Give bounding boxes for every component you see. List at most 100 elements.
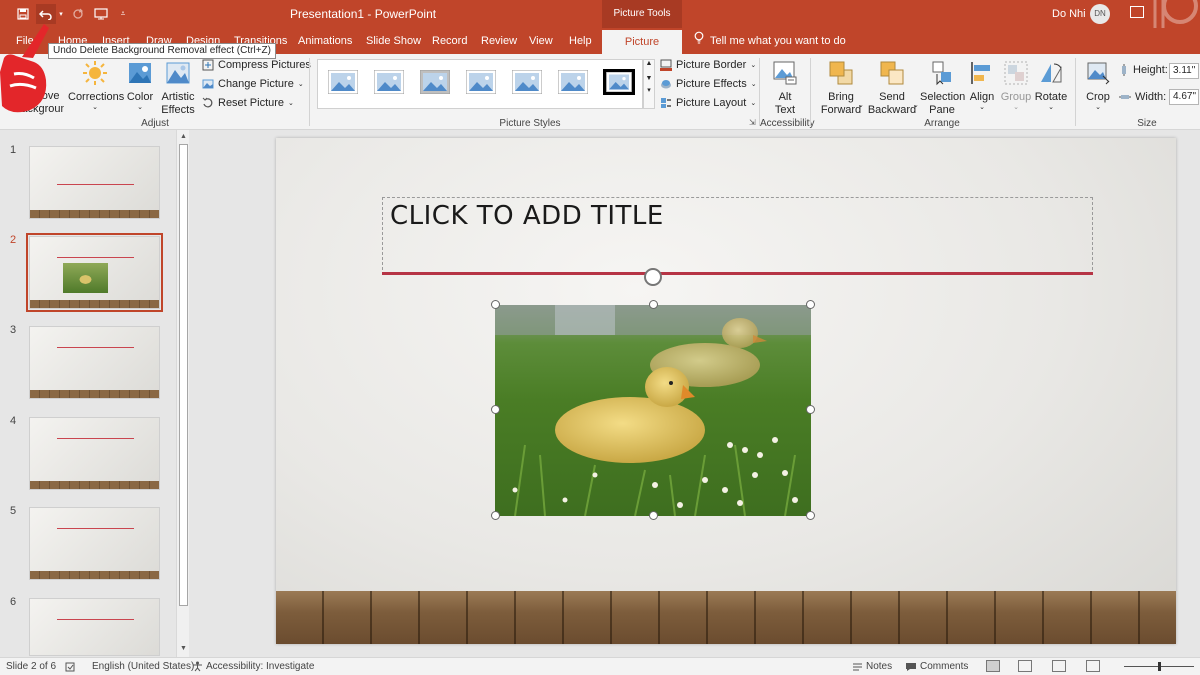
group-icon — [1004, 61, 1028, 85]
tell-me-text: Tell me what you want to do — [710, 35, 846, 47]
slide-thumbnail[interactable] — [29, 598, 160, 656]
resize-handle-bottom-left[interactable] — [491, 511, 500, 520]
align-button[interactable]: Align ⌄ — [966, 60, 998, 111]
comments-button[interactable]: Comments — [905, 661, 968, 672]
slide-thumbnail[interactable] — [29, 146, 160, 219]
send-backward-label-line2: Backward — [867, 104, 917, 116]
chevron-up-icon[interactable]: ▲ — [644, 60, 654, 67]
reset-picture-button[interactable]: Reset Picture ⌄ — [202, 97, 294, 109]
color-button[interactable]: Color ⌄ — [124, 60, 156, 111]
ribbon-separator — [759, 58, 760, 126]
accessibility-status[interactable]: Accessibility: Investigate — [192, 661, 314, 672]
adjust-group-label: Adjust — [141, 118, 169, 129]
redo-icon[interactable] — [70, 4, 86, 24]
reading-view-icon[interactable] — [1052, 660, 1066, 672]
height-input[interactable]: 3.11" — [1169, 63, 1199, 79]
slide-thumbnail[interactable] — [29, 326, 160, 399]
picture-style-option[interactable] — [557, 69, 589, 95]
picture-effects-button[interactable]: Picture Effects ⌄ — [660, 78, 757, 90]
picture-style-option[interactable] — [327, 69, 359, 95]
scroll-up-icon[interactable]: ▲ — [179, 132, 188, 141]
change-picture-button[interactable]: Change Picture ⌄ — [202, 78, 304, 90]
undo-icon[interactable] — [36, 4, 56, 24]
ducklings-photo — [495, 305, 811, 516]
rotate-button[interactable]: Rotate ⌄ — [1034, 60, 1068, 111]
chevron-down-icon[interactable]: ⌄ — [858, 101, 864, 109]
chevron-down-icon[interactable]: ⌄ — [913, 101, 919, 109]
tell-me-search[interactable]: Tell me what you want to do — [694, 28, 846, 54]
slide-thumbnail[interactable] — [29, 417, 160, 490]
gallery-scroll[interactable]: ▲ ▼ ▾ — [643, 59, 655, 109]
dialog-launcher-icon[interactable]: ⇲ — [749, 118, 756, 127]
resize-handle-left[interactable] — [491, 405, 500, 414]
slide-number: 6 — [10, 596, 17, 608]
scroll-down-icon[interactable]: ▼ — [179, 644, 188, 653]
picture-style-option[interactable] — [603, 69, 635, 95]
avatar[interactable]: DN — [1090, 4, 1110, 24]
slide-show-icon[interactable] — [1086, 660, 1100, 672]
width-input[interactable]: 4.67" — [1169, 89, 1199, 105]
tab-picture-format[interactable]: Picture Format — [602, 28, 682, 72]
resize-handle-bottom[interactable] — [649, 511, 658, 520]
undo-dropdown-icon[interactable]: ▾ — [57, 4, 65, 24]
customize-quick-access-icon[interactable]: ⩡ — [118, 4, 128, 24]
change-picture-label: Change Picture — [218, 78, 294, 90]
resize-handle-right[interactable] — [806, 405, 815, 414]
picture-style-option[interactable] — [373, 69, 405, 95]
crop-button[interactable]: Crop ⌄ — [1082, 60, 1114, 111]
change-picture-icon — [202, 79, 214, 89]
picture-style-option[interactable] — [511, 69, 543, 95]
picture-border-icon — [660, 59, 672, 71]
compress-pictures-label: Compress Pictures — [218, 59, 311, 71]
save-icon[interactable] — [14, 4, 32, 24]
slide-sorter-icon[interactable] — [1018, 660, 1032, 672]
rotate-handle[interactable] — [644, 268, 662, 286]
ribbon-display-options-icon[interactable] — [1130, 6, 1144, 18]
tab-slide-show[interactable]: Slide Show — [360, 28, 427, 54]
more-icon[interactable]: ▾ — [644, 86, 654, 94]
title-bar: ▾ ⩡ Presentation1 - PowerPoint Picture T… — [0, 0, 1200, 28]
compress-pictures-button[interactable]: Compress Pictures — [202, 59, 311, 71]
selection-pane-label-line2: Pane — [929, 104, 955, 116]
resize-handle-top[interactable] — [649, 300, 658, 309]
picture-styles-gallery[interactable] — [317, 59, 643, 109]
normal-view-icon[interactable] — [986, 660, 1000, 672]
ribbon-separator — [309, 58, 310, 126]
alt-text-button[interactable]: Alt Text — [765, 60, 805, 117]
resize-handle-bottom-right[interactable] — [806, 511, 815, 520]
group-button[interactable]: Group ⌄ — [1000, 60, 1032, 111]
user-name[interactable]: Do Nhi — [1052, 8, 1086, 20]
selection-pane-button[interactable]: Selection Pane — [920, 60, 965, 117]
picture-layout-button[interactable]: Picture Layout ⌄ — [660, 97, 756, 109]
start-from-beginning-icon[interactable] — [92, 4, 110, 24]
artistic-effects-button[interactable]: Artistic Effects — [158, 60, 198, 117]
slide-number: 2 — [10, 234, 17, 246]
reset-picture-icon — [202, 97, 213, 108]
thumbnails-scrollbar[interactable]: ▲ ▼ — [176, 130, 189, 657]
selected-picture[interactable] — [495, 305, 811, 516]
corrections-button[interactable]: Corrections ⌄ — [68, 60, 124, 111]
tab-record[interactable]: Record — [426, 28, 473, 54]
send-backward-button[interactable]: Send Backward — [866, 60, 918, 117]
tab-review[interactable]: Review — [475, 28, 523, 54]
picture-style-option[interactable] — [465, 69, 497, 95]
slide-thumbnail-active[interactable] — [26, 233, 163, 312]
picture-border-button[interactable]: Picture Border ⌄ — [660, 59, 756, 71]
tab-animations[interactable]: Animations — [292, 28, 358, 54]
notes-label: Notes — [866, 661, 893, 672]
spelling-icon[interactable] — [65, 662, 75, 672]
picture-styles-group-label: Picture Styles — [499, 118, 561, 129]
language[interactable]: English (United States) — [92, 661, 194, 672]
resize-handle-top-left[interactable] — [491, 300, 500, 309]
picture-style-option[interactable] — [419, 69, 451, 95]
tab-view[interactable]: View — [523, 28, 559, 54]
notes-button[interactable]: Notes — [852, 661, 892, 672]
tab-help[interactable]: Help — [563, 28, 598, 54]
slide-thumbnail[interactable] — [29, 507, 160, 580]
zoom-slider-thumb[interactable] — [1158, 662, 1161, 671]
slide-canvas[interactable]: CLICK TO ADD TITLE — [276, 138, 1176, 644]
resize-handle-top-right[interactable] — [806, 300, 815, 309]
title-placeholder[interactable]: CLICK TO ADD TITLE — [390, 201, 664, 231]
scrollbar-thumb[interactable] — [179, 144, 188, 606]
chevron-down-icon[interactable]: ▼ — [644, 75, 654, 82]
